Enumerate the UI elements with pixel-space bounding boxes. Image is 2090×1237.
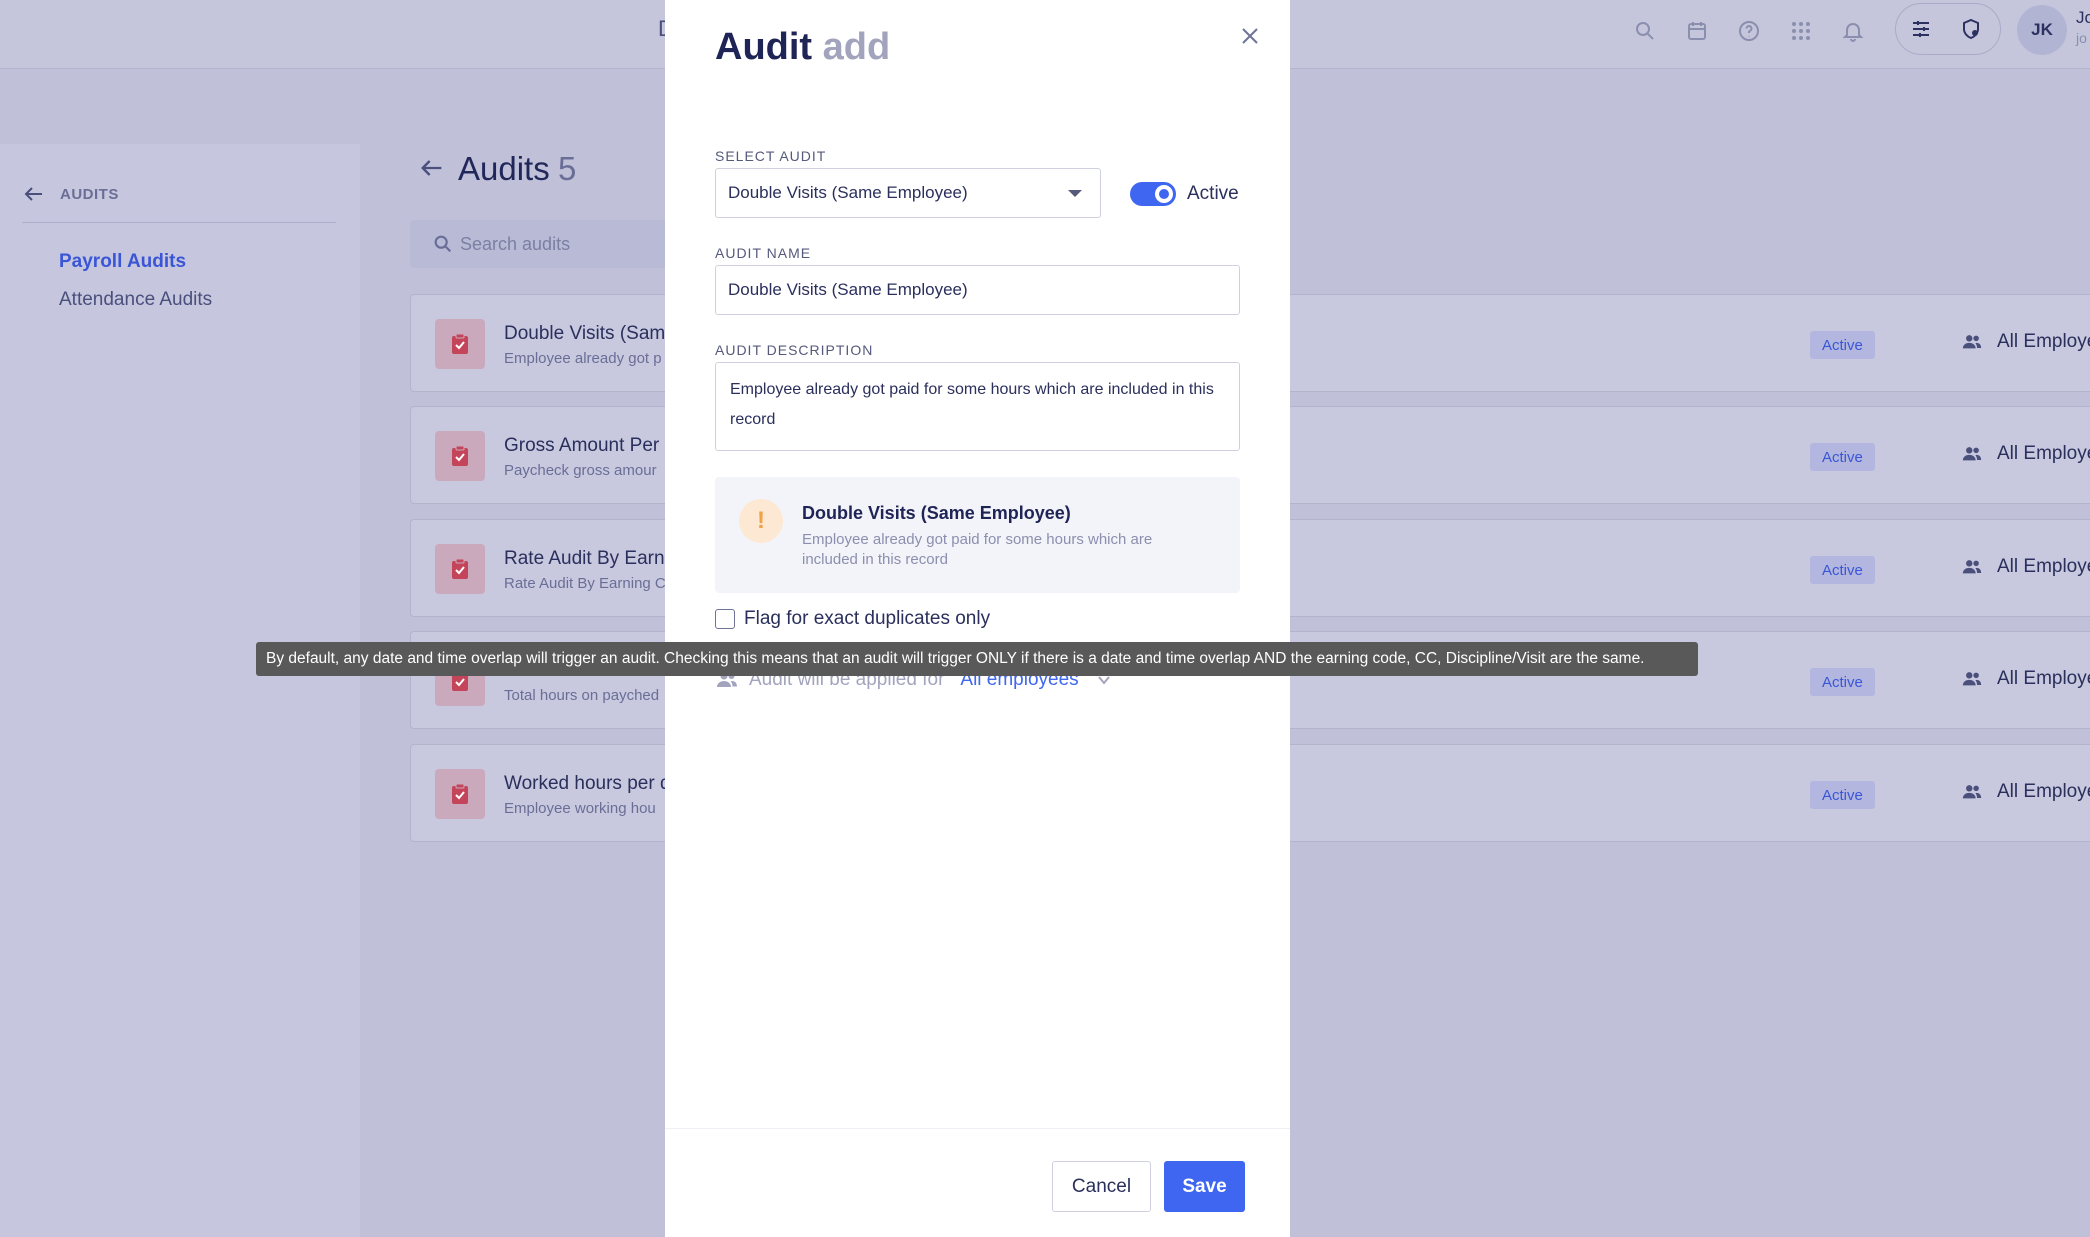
status-badge: Active <box>1810 331 1875 359</box>
search-icon <box>434 235 452 253</box>
clipboard-check-icon <box>435 544 485 594</box>
search-box <box>410 220 670 268</box>
audit-name-label: AUDIT NAME <box>715 245 812 261</box>
select-audit-dropdown[interactable]: Double Visits (Same Employee) <box>715 168 1101 218</box>
tooltip: By default, any date and time overlap wi… <box>256 642 1698 676</box>
flag-exact-duplicates-row[interactable]: Flag for exact duplicates only <box>715 608 990 630</box>
users-icon <box>1962 560 1982 574</box>
users-icon <box>1962 785 1982 799</box>
modal-footer-divider <box>665 1128 1290 1129</box>
audit-row-description: Total hours on payched <box>504 687 660 704</box>
info-card-title: Double Visits (Same Employee) <box>802 503 1071 523</box>
audit-row-title: Gross Amount Per C <box>504 435 679 456</box>
clipboard-check-icon <box>435 769 485 819</box>
sidebar-divider <box>22 222 336 223</box>
status-badge: Active <box>1810 781 1875 809</box>
sliders-icon[interactable] <box>1904 12 1938 46</box>
active-toggle[interactable] <box>1130 182 1176 206</box>
clipboard-check-icon <box>435 319 485 369</box>
audit-row-description: Employee working hou <box>504 800 656 817</box>
users-icon <box>1962 672 1982 686</box>
page-title: Audits <box>458 150 550 187</box>
clipboard-check-icon <box>435 431 485 481</box>
help-icon[interactable] <box>1732 14 1766 48</box>
flag-exact-duplicates-checkbox[interactable] <box>715 609 735 629</box>
arrow-left-icon <box>421 160 442 176</box>
user-email: jo <box>2076 30 2087 46</box>
audit-row-applies-to: All Employe <box>1961 556 2090 578</box>
user-name: Jo <box>2076 8 2090 27</box>
sidebar-back-link[interactable]: AUDITS <box>22 182 119 206</box>
shield-icon[interactable] <box>1954 12 1988 46</box>
search-input[interactable] <box>460 233 660 255</box>
audit-row-title: Rate Audit By Earnin <box>504 548 680 569</box>
select-audit-value: Double Visits (Same Employee) <box>728 183 968 202</box>
audit-row-description: Rate Audit By Earning C <box>504 575 666 592</box>
close-button[interactable] <box>1236 22 1264 50</box>
toolbar-toggle-group <box>1895 3 2001 55</box>
sidebar-item-attendance-audits[interactable]: Attendance Audits <box>59 289 212 311</box>
audit-row-applies-to: All Employe <box>1961 443 2090 465</box>
audit-row-applies-to-label: All Employe <box>1997 443 2090 464</box>
modal-title-main: Audit <box>715 26 813 68</box>
status-badge: Active <box>1810 556 1875 584</box>
sidebar-item-payroll-audits[interactable]: Payroll Audits <box>59 251 186 273</box>
audit-row-title: Worked hours per d <box>504 773 671 794</box>
page-back-button[interactable] <box>418 154 446 187</box>
audit-row-description: Paycheck gross amour <box>504 462 657 479</box>
audit-info-card: ! Double Visits (Same Employee) Employee… <box>715 477 1240 593</box>
select-audit-label: SELECT AUDIT <box>715 148 827 164</box>
active-toggle-label: Active <box>1187 183 1239 204</box>
warning-icon: ! <box>739 499 783 543</box>
audit-row-applies-to-label: All Employe <box>1997 556 2090 577</box>
users-icon <box>1962 335 1982 349</box>
modal-title-sub: add <box>822 26 891 68</box>
users-icon <box>1962 447 1982 461</box>
arrow-left-icon <box>24 187 42 201</box>
close-icon <box>1242 28 1258 44</box>
audit-description-label: AUDIT DESCRIPTION <box>715 342 874 358</box>
bell-icon[interactable] <box>1836 14 1870 48</box>
audit-row-title: Double Visits (Same <box>504 323 676 344</box>
status-badge: Active <box>1810 668 1875 696</box>
toggle-knob <box>1155 185 1173 203</box>
flag-exact-duplicates-label: Flag for exact duplicates only <box>744 608 991 629</box>
status-badge: Active <box>1810 443 1875 471</box>
save-button[interactable]: Save <box>1164 1161 1245 1212</box>
search-icon[interactable] <box>1628 14 1662 48</box>
sidebar-back-label: AUDITS <box>60 185 119 203</box>
audit-name-input[interactable] <box>715 265 1240 315</box>
caret-down-icon <box>1068 190 1082 197</box>
audit-add-modal: Audit add SELECT AUDIT Double Visits (Sa… <box>665 0 1290 1237</box>
audit-row-applies-to-label: All Employe <box>1997 668 2090 689</box>
cancel-button[interactable]: Cancel <box>1052 1161 1151 1212</box>
apps-grid-icon[interactable] <box>1784 14 1818 48</box>
audit-row-description: Employee already got p <box>504 350 662 367</box>
audit-description-textarea[interactable]: Employee already got paid for some hours… <box>715 362 1240 451</box>
audit-row-applies-to: All Employe <box>1961 781 2090 803</box>
audit-row-applies-to-label: All Employe <box>1997 781 2090 802</box>
sidebar: AUDITS Payroll Audits Attendance Audits <box>0 144 360 1237</box>
audit-row-applies-to: All Employe <box>1961 668 2090 690</box>
audit-row-applies-to-label: All Employe <box>1997 331 2090 352</box>
page-count: 5 <box>558 150 577 187</box>
modal-title: Audit add <box>715 26 890 69</box>
audit-row-applies-to: All Employe <box>1961 331 2090 353</box>
calendar-icon[interactable] <box>1680 14 1714 48</box>
avatar[interactable]: JK <box>2017 5 2067 55</box>
info-card-description: Employee already got paid for some hours… <box>802 531 1153 568</box>
